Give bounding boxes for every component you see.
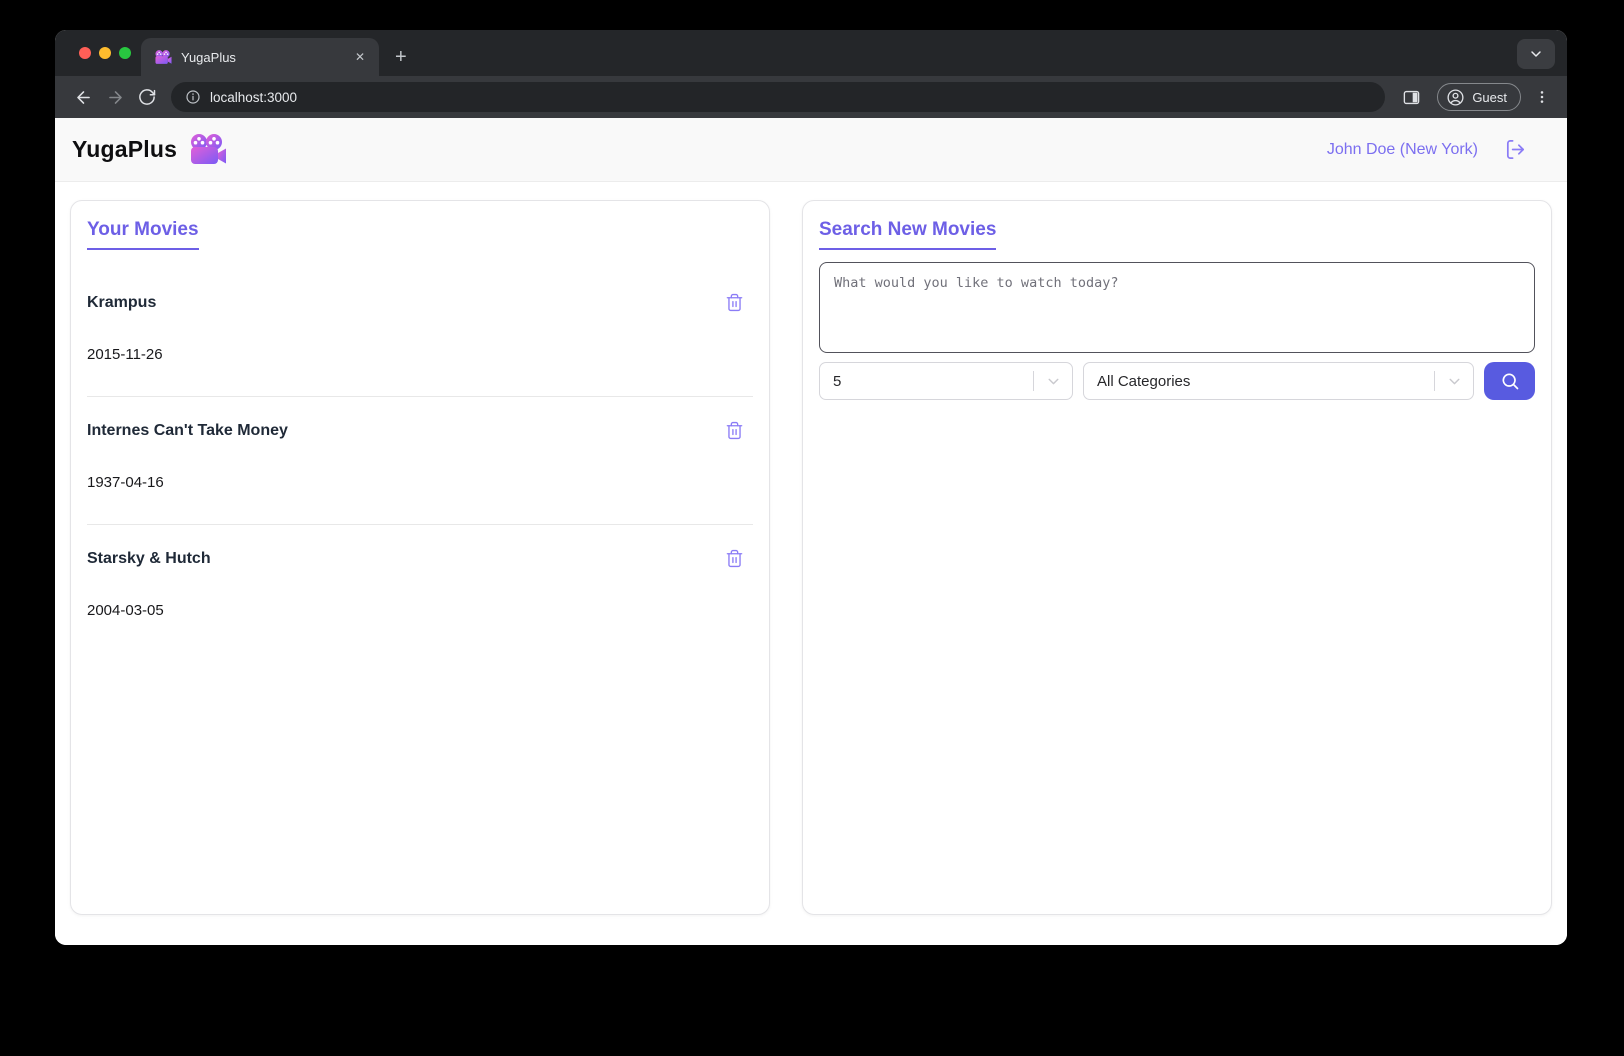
user-area: John Doe (New York) (1327, 138, 1527, 161)
your-movies-title: Your Movies (87, 219, 199, 250)
minimize-window-button[interactable] (99, 47, 111, 59)
new-tab-icon[interactable]: + (395, 47, 407, 67)
movie-list: Krampus 2015-11-26 Internes Can't Take M… (87, 272, 753, 652)
delete-movie-icon[interactable] (725, 292, 744, 313)
browser-menu-icon[interactable] (1531, 81, 1553, 113)
movie-title: Internes Can't Take Money (87, 422, 288, 440)
forward-icon[interactable] (99, 81, 131, 113)
delete-movie-icon[interactable] (725, 548, 744, 569)
side-panel-icon[interactable] (1395, 81, 1427, 113)
page-content: YugaPlus John Doe (New York) (55, 118, 1567, 945)
movie-release-date: 2015-11-26 (87, 346, 753, 363)
category-value: All Categories (1097, 373, 1434, 390)
movie-row: Krampus 2015-11-26 (87, 272, 753, 397)
main-content: Your Movies Krampus 2015-11-26 (55, 182, 1567, 945)
zoom-window-button[interactable] (119, 47, 131, 59)
browser-window: YugaPlus ✕ + localhost:3000 (55, 30, 1567, 945)
your-movies-panel: Your Movies Krampus 2015-11-26 (70, 200, 770, 915)
tab-favicon-movie-camera-icon (155, 50, 172, 65)
back-icon[interactable] (67, 81, 99, 113)
movie-title: Starsky & Hutch (87, 550, 211, 568)
close-window-button[interactable] (79, 47, 91, 59)
profile-button[interactable]: Guest (1437, 83, 1521, 111)
tab-strip: YugaPlus ✕ + (55, 30, 1567, 76)
close-tab-icon[interactable]: ✕ (351, 48, 369, 66)
user-avatar-icon (1446, 88, 1465, 107)
user-name: John Doe (New York) (1327, 141, 1478, 159)
category-select[interactable]: All Categories (1083, 362, 1474, 400)
movie-release-date: 2004-03-05 (87, 602, 753, 619)
movie-release-date: 1937-04-16 (87, 474, 753, 491)
search-movies-panel: Search New Movies 5 All Categories (802, 200, 1552, 915)
brand: YugaPlus (72, 134, 227, 166)
movie-row: Internes Can't Take Money 1937-04-16 (87, 397, 753, 525)
app-title: YugaPlus (72, 136, 177, 163)
browser-tab[interactable]: YugaPlus ✕ (141, 38, 379, 76)
results-count-value: 5 (833, 373, 1033, 390)
address-bar[interactable]: localhost:3000 (171, 82, 1385, 112)
reload-icon[interactable] (131, 81, 163, 113)
app-header: YugaPlus John Doe (New York) (55, 118, 1567, 182)
site-info-icon[interactable] (185, 89, 201, 105)
url-text: localhost:3000 (210, 90, 297, 105)
tab-search-chevron-icon[interactable] (1517, 39, 1555, 69)
browser-toolbar: localhost:3000 Guest (55, 76, 1567, 118)
movie-title: Krampus (87, 294, 156, 312)
chevron-down-icon (1034, 373, 1072, 390)
movie-row: Starsky & Hutch 2004-03-05 (87, 525, 753, 652)
logout-icon[interactable] (1504, 138, 1527, 161)
profile-label: Guest (1472, 90, 1507, 105)
movie-camera-logo-icon (190, 134, 227, 166)
search-icon (1500, 371, 1520, 391)
results-count-select[interactable]: 5 (819, 362, 1073, 400)
search-movies-title: Search New Movies (819, 219, 996, 250)
window-controls (79, 47, 131, 59)
tab-title: YugaPlus (181, 50, 342, 65)
delete-movie-icon[interactable] (725, 420, 744, 441)
search-controls: 5 All Categories (819, 362, 1535, 400)
search-prompt-input[interactable] (819, 262, 1535, 353)
chevron-down-icon (1435, 373, 1473, 390)
search-button[interactable] (1484, 362, 1535, 400)
